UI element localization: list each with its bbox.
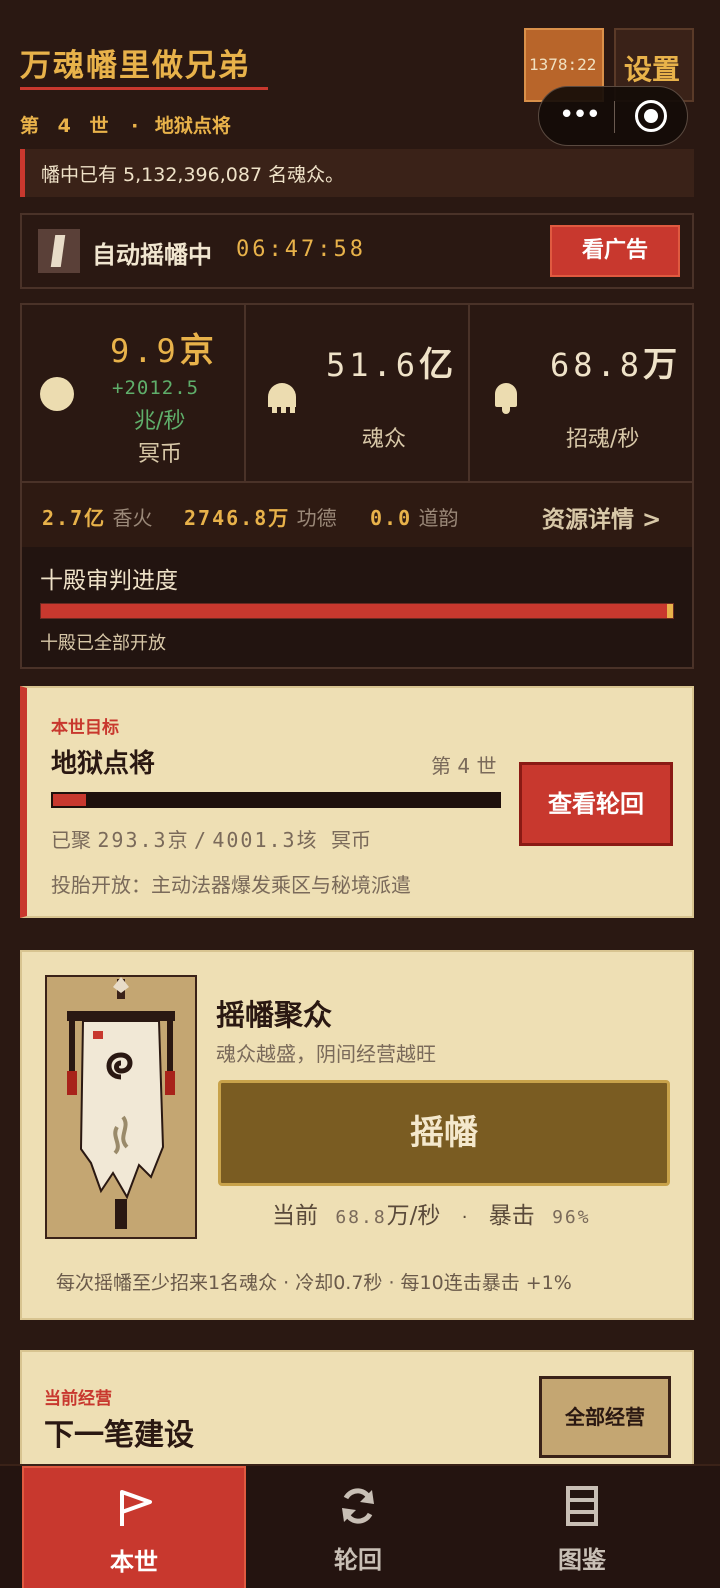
manage-name: 下一笔建设: [44, 1418, 194, 1453]
goal-progress-text: 已聚 293.3京 / 4001.3垓 冥币: [51, 828, 371, 852]
incense-resource: 2.7亿 香火: [42, 506, 153, 530]
banner-title: 摇幡聚众: [216, 998, 333, 1032]
generation-stage: 第 4 世 · 地狱点将: [20, 111, 231, 138]
close-target-icon[interactable]: [635, 100, 667, 132]
judgement-note: 十殿已全部开放: [40, 633, 166, 654]
refresh-icon: [342, 1488, 374, 1524]
judgement-progress: 十殿审判进度 十殿已全部开放: [22, 547, 692, 667]
shake-banner-card: 摇幡聚众 魂众越盛，阴间经营越旺 摇幡 当前 68.8万/秒 · 暴击 96% …: [20, 950, 694, 1320]
currency-rate-unit: 兆/秒: [134, 409, 186, 434]
judgement-progress-bar: [40, 603, 674, 619]
banner-thumbnail-icon: [38, 229, 80, 273]
tab-compendium[interactable]: 图鉴: [470, 1466, 694, 1588]
summon-stat: 68.8万 招魂/秒: [470, 305, 692, 481]
tab-current-life[interactable]: 本世: [22, 1466, 246, 1588]
tab-label: 本世: [110, 1548, 158, 1576]
summon-label: 招魂/秒: [566, 427, 640, 452]
merit-resource: 2746.8万 功德: [184, 506, 337, 530]
goal-tag: 本世目标: [51, 718, 119, 738]
generation-goal-card: 本世目标 地狱点将 第 4 世 已聚 293.3京 / 4001.3垓 冥币 投…: [20, 686, 694, 918]
resource-row: 2.7亿 香火 2746.8万 功德 0.0 道韵 资源详情 >: [22, 481, 692, 547]
miniprogram-capsule: •••: [538, 86, 688, 146]
coin-icon: [40, 377, 74, 411]
souls-label: 魂众: [362, 427, 407, 452]
goal-unlock-text: 投胎开放：主动法器爆发乘区与秘境派遣: [51, 873, 411, 897]
goal-progress-bar: [51, 792, 501, 808]
goal-progress-fill: [53, 794, 86, 806]
game-title: 万魂幡里做兄弟: [20, 48, 251, 84]
currency-rate: +2012.5: [112, 377, 200, 399]
judgement-title: 十殿审判进度: [40, 568, 178, 594]
current-management-card: 当前经营 下一笔建设 全部经营: [20, 1350, 694, 1480]
generation-label: 第 4 世: [20, 115, 115, 137]
auto-shake-time: 06:47:58: [236, 237, 366, 262]
subtitle-separator: ·: [131, 115, 139, 137]
bell-icon: [490, 377, 522, 415]
resource-detail-link[interactable]: 资源详情 >: [542, 500, 661, 534]
stats-panel: 9.9京 +2012.5 兆/秒 冥币 51.6亿 魂众 68.8万 招魂/秒 …: [20, 303, 694, 669]
soul-banner-image: [45, 975, 197, 1239]
tab-label: 轮回: [334, 1546, 382, 1574]
souls-stat: 51.6亿 魂众: [246, 305, 470, 481]
more-icon[interactable]: •••: [559, 102, 601, 128]
manage-all-button[interactable]: 全部经营: [539, 1376, 671, 1458]
stage-name: 地狱点将: [154, 115, 231, 137]
goal-generation: 第 4 世: [431, 754, 497, 778]
banner-rules-note: 每次摇幡至少招来1名魂众 · 冷却0.7秒 · 每10连击暴击 +1%: [56, 1272, 572, 1294]
souls-value: 51.6亿: [326, 345, 454, 385]
summon-value: 68.8万: [550, 345, 678, 385]
view-reincarnation-button[interactable]: 查看轮回: [519, 762, 673, 846]
goal-name: 地狱点将: [51, 749, 156, 779]
shake-banner-button[interactable]: 摇幡: [218, 1080, 670, 1186]
title-underline: [20, 87, 268, 90]
currency-label: 冥币: [138, 442, 183, 467]
banner-stats: 当前 68.8万/秒 · 暴击 96%: [272, 1203, 591, 1229]
auto-shake-label: 自动摇幡中: [92, 241, 212, 269]
soul-count-notice: 幡中已有 5,132,396,087 名魂众。: [20, 149, 694, 197]
dao-resource: 0.0 道韵: [370, 506, 459, 530]
banner-description: 魂众越盛，阴间经营越旺: [216, 1042, 436, 1066]
auto-shake-bar: 自动摇幡中 06:47:58 看广告: [20, 213, 694, 289]
ghost-icon: [268, 383, 296, 413]
capsule-divider: [614, 101, 615, 133]
watch-ad-button[interactable]: 看广告: [550, 225, 680, 277]
tab-label: 图鉴: [558, 1546, 606, 1574]
soul-banner-art: [67, 977, 175, 1229]
flag-icon: [120, 1490, 152, 1526]
currency-value: 9.9京: [110, 331, 214, 371]
book-icon: [566, 1486, 598, 1526]
manage-tag: 当前经营: [44, 1389, 112, 1409]
tab-reincarnation[interactable]: 轮回: [246, 1466, 470, 1588]
currency-stat: 9.9京 +2012.5 兆/秒 冥币: [22, 305, 246, 481]
bottom-tab-bar: 本世 轮回 图鉴: [0, 1464, 720, 1588]
